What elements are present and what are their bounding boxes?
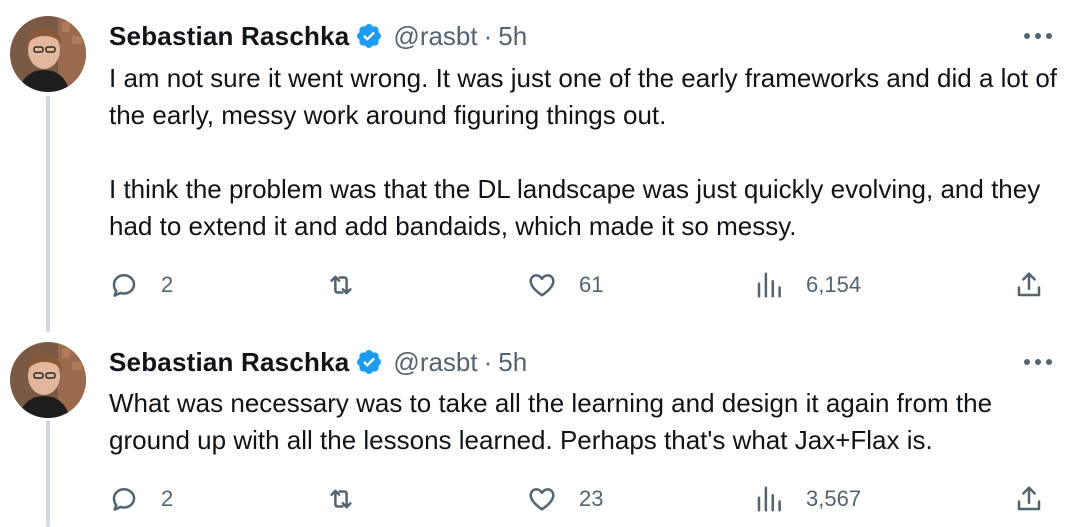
reply-count: 2 <box>161 272 174 297</box>
tweet-actions: 2 61 6,154 <box>0 265 1080 305</box>
avatar[interactable] <box>10 16 86 92</box>
reply-button[interactable]: 2 <box>109 479 173 519</box>
tweet-header: Sebastian Raschka @rasbt · 5h <box>109 345 527 379</box>
like-count: 23 <box>579 486 604 511</box>
share-icon <box>1017 486 1041 511</box>
views-count: 3,567 <box>806 486 862 511</box>
share-button[interactable] <box>1014 265 1044 305</box>
display-name[interactable]: Sebastian Raschka <box>109 21 349 52</box>
like-icon <box>529 274 555 297</box>
tweet-header: Sebastian Raschka @rasbt · 5h <box>109 19 527 53</box>
avatar[interactable] <box>10 342 86 418</box>
display-name[interactable]: Sebastian Raschka <box>109 347 349 378</box>
timestamp[interactable]: 5h <box>498 347 527 378</box>
tweet[interactable]: Sebastian Raschka @rasbt · 5h I am not s… <box>0 0 1080 320</box>
views-count: 6,154 <box>806 272 862 297</box>
views-icon <box>757 272 781 298</box>
handle[interactable]: @rasbt <box>393 21 477 52</box>
like-icon <box>529 488 555 511</box>
tweet-text: What was necessary was to take all the l… <box>109 385 1069 459</box>
like-button[interactable]: 23 <box>527 479 603 519</box>
like-count: 61 <box>579 272 604 297</box>
handle[interactable]: @rasbt <box>393 347 477 378</box>
tweet-text: I am not sure it went wrong. It was just… <box>109 60 1069 245</box>
share-button[interactable] <box>1014 479 1044 519</box>
more-options-icon[interactable] <box>1024 32 1052 40</box>
separator: · <box>483 346 493 377</box>
more-options-icon[interactable] <box>1024 358 1052 366</box>
retweet-button[interactable] <box>326 265 356 305</box>
separator: · <box>483 20 493 51</box>
views-button[interactable]: 3,567 <box>754 479 861 519</box>
avatar-image <box>10 342 86 418</box>
share-icon <box>1017 272 1041 297</box>
tweet[interactable]: Sebastian Raschka @rasbt · 5h What was n… <box>0 325 1080 527</box>
reply-icon <box>112 274 136 297</box>
retweet-button[interactable] <box>326 479 356 519</box>
tweet-paragraph: I think the problem was that the DL land… <box>109 174 1041 241</box>
tweet-paragraph: I am not sure it went wrong. It was just… <box>109 63 1058 130</box>
reply-icon <box>112 488 136 511</box>
like-button[interactable]: 61 <box>527 265 603 305</box>
views-button[interactable]: 6,154 <box>754 265 861 305</box>
timestamp[interactable]: 5h <box>498 21 527 52</box>
retweet-icon <box>330 275 352 295</box>
reply-count: 2 <box>161 486 174 511</box>
avatar-image <box>10 16 86 92</box>
verified-badge-icon <box>357 350 382 374</box>
retweet-icon <box>330 489 352 509</box>
reply-button[interactable]: 2 <box>109 265 173 305</box>
views-icon <box>757 486 781 512</box>
tweet-actions: 2 23 3,567 <box>0 479 1080 519</box>
verified-badge-icon <box>357 24 382 48</box>
tweet-paragraph: What was necessary was to take all the l… <box>109 388 993 455</box>
